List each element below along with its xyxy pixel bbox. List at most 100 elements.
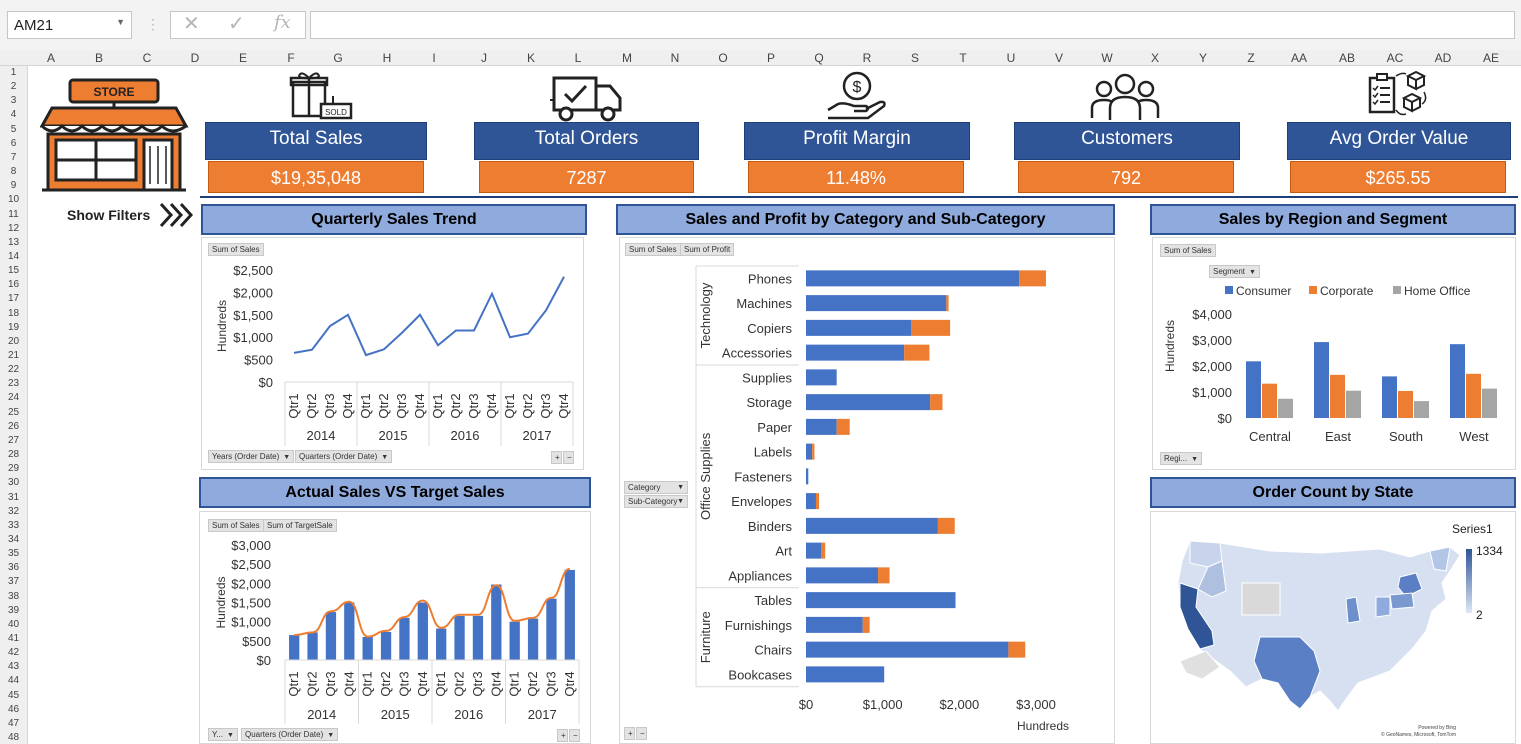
column-header-cell[interactable]: H: [363, 51, 411, 65]
quarterly-line-chart[interactable]: $2,500 $2,000 $1,500 $1,000 $500 $0 Hundreds Qt…: [201, 258, 584, 448]
row-header-cell[interactable]: 19: [0, 322, 27, 333]
sales-bar[interactable]: [806, 418, 837, 435]
row-header-cell[interactable]: 18: [0, 308, 27, 319]
row-header-cell[interactable]: 46: [0, 704, 27, 715]
row-header-cell[interactable]: 38: [0, 591, 27, 602]
row-header-cell[interactable]: 25: [0, 407, 27, 418]
row-header-cell[interactable]: 34: [0, 534, 27, 545]
row-header-cell[interactable]: 35: [0, 548, 27, 559]
column-header-cell[interactable]: K: [507, 51, 555, 65]
column-header-cell[interactable]: C: [123, 51, 171, 65]
column-header-cell[interactable]: Z: [1227, 51, 1275, 65]
row-header-cell[interactable]: 32: [0, 506, 27, 517]
row-header-cell[interactable]: 44: [0, 675, 27, 686]
sales-bar[interactable]: [527, 618, 539, 660]
sales-bar[interactable]: [806, 468, 809, 485]
segment-bar[interactable]: [1346, 390, 1361, 418]
profit-bar[interactable]: [911, 319, 951, 336]
column-header-cell[interactable]: Q: [795, 51, 843, 65]
segment-bar[interactable]: [1314, 342, 1329, 418]
field-button-sum-of-sales[interactable]: Sum of Sales: [625, 243, 681, 256]
name-box[interactable]: AM21 ▼: [7, 11, 132, 39]
row-header-cell[interactable]: 29: [0, 463, 27, 474]
profit-bar[interactable]: [878, 567, 890, 584]
segment-bar[interactable]: [1450, 344, 1465, 418]
column-header-cell[interactable]: AA: [1275, 51, 1323, 65]
sales-bar[interactable]: [454, 615, 465, 660]
sales-bar[interactable]: [289, 635, 300, 660]
region-bar-chart[interactable]: Consumer Corporate Home Office $4,000 $3,000…: [1152, 280, 1516, 452]
column-header-cell[interactable]: AC: [1371, 51, 1419, 65]
sales-bar[interactable]: [491, 584, 502, 660]
row-header-cell[interactable]: 23: [0, 378, 27, 389]
sales-bar[interactable]: [806, 443, 813, 460]
sales-bar[interactable]: [509, 621, 520, 660]
row-header-cell[interactable]: 14: [0, 251, 27, 262]
row-header-cell[interactable]: 15: [0, 265, 27, 276]
sales-bar[interactable]: [806, 369, 837, 386]
row-header-cell[interactable]: 17: [0, 293, 27, 304]
profit-bar[interactable]: [862, 616, 870, 633]
sales-bar[interactable]: [806, 319, 912, 336]
profit-bar[interactable]: [812, 443, 815, 460]
row-header-cell[interactable]: 12: [0, 223, 27, 234]
collapse-button[interactable]: −: [569, 729, 580, 742]
row-header-cell[interactable]: 36: [0, 562, 27, 573]
row-header-cell[interactable]: 43: [0, 661, 27, 672]
sales-bar[interactable]: [380, 632, 392, 660]
segment-bar[interactable]: [1330, 374, 1345, 418]
field-button-sum-of-sales[interactable]: Sum of Sales: [1160, 244, 1216, 257]
row-header-cell[interactable]: 13: [0, 237, 27, 248]
filter-quarters-button[interactable]: Quarters (Order Date) ▼: [295, 450, 393, 463]
profit-bar[interactable]: [1008, 641, 1026, 658]
column-header-cell[interactable]: S: [891, 51, 939, 65]
segment-bar[interactable]: [1466, 373, 1481, 418]
row-header-cell[interactable]: 2: [0, 81, 27, 92]
segment-bar[interactable]: [1482, 388, 1497, 418]
sales-bar[interactable]: [564, 569, 575, 660]
sales-bar[interactable]: [417, 602, 428, 661]
row-header-cell[interactable]: 28: [0, 449, 27, 460]
row-header-cell[interactable]: 33: [0, 520, 27, 531]
filter-quarters-button[interactable]: Quarters (Order Date) ▼: [241, 728, 339, 741]
row-header-cell[interactable]: 21: [0, 350, 27, 361]
column-header-cell[interactable]: N: [651, 51, 699, 65]
column-header-cell[interactable]: L: [554, 51, 602, 65]
expand-button[interactable]: +: [557, 729, 568, 742]
row-header-cell[interactable]: 6: [0, 138, 27, 149]
profit-bar[interactable]: [821, 542, 826, 559]
row-header-cell[interactable]: 26: [0, 421, 27, 432]
sales-bar[interactable]: [362, 637, 373, 660]
sales-bar[interactable]: [436, 628, 447, 660]
column-header-cell[interactable]: F: [267, 51, 315, 65]
sales-bar[interactable]: [806, 295, 947, 312]
column-header-cell[interactable]: J: [460, 51, 508, 65]
segment-bar[interactable]: [1262, 383, 1277, 418]
category-bar-chart[interactable]: Phones Machines Copiers Accessories Technolo…: [619, 262, 1115, 740]
column-header-cell[interactable]: D: [171, 51, 219, 65]
profit-bar[interactable]: [1019, 270, 1046, 287]
check-icon[interactable]: ✓: [228, 11, 245, 36]
sales-bar[interactable]: [546, 598, 557, 660]
column-header-cell[interactable]: V: [1035, 51, 1083, 65]
row-header-cell[interactable]: 39: [0, 605, 27, 616]
sales-bar[interactable]: [806, 592, 956, 609]
sales-bar[interactable]: [399, 617, 410, 660]
row-header-cell[interactable]: 10: [0, 194, 27, 205]
sales-bar[interactable]: [806, 344, 905, 361]
row-header-cell[interactable]: 48: [0, 732, 27, 743]
sales-line[interactable]: [293, 276, 565, 357]
cancel-icon[interactable]: ✕: [183, 11, 200, 36]
column-header-cell[interactable]: G: [314, 51, 362, 65]
row-header-cell[interactable]: 30: [0, 477, 27, 488]
sales-bar[interactable]: [806, 542, 822, 559]
column-header-cell[interactable]: R: [843, 51, 891, 65]
sales-bar[interactable]: [806, 270, 1020, 287]
column-header-cell[interactable]: T: [939, 51, 987, 65]
row-header-cell[interactable]: 16: [0, 279, 27, 290]
formula-input[interactable]: [310, 11, 1515, 39]
segment-bar[interactable]: [1414, 401, 1429, 418]
row-header-cell[interactable]: 20: [0, 336, 27, 347]
field-button-sum-of-sales[interactable]: Sum of Sales: [208, 519, 264, 532]
filter-region-button[interactable]: Regi... ▼: [1160, 452, 1203, 465]
